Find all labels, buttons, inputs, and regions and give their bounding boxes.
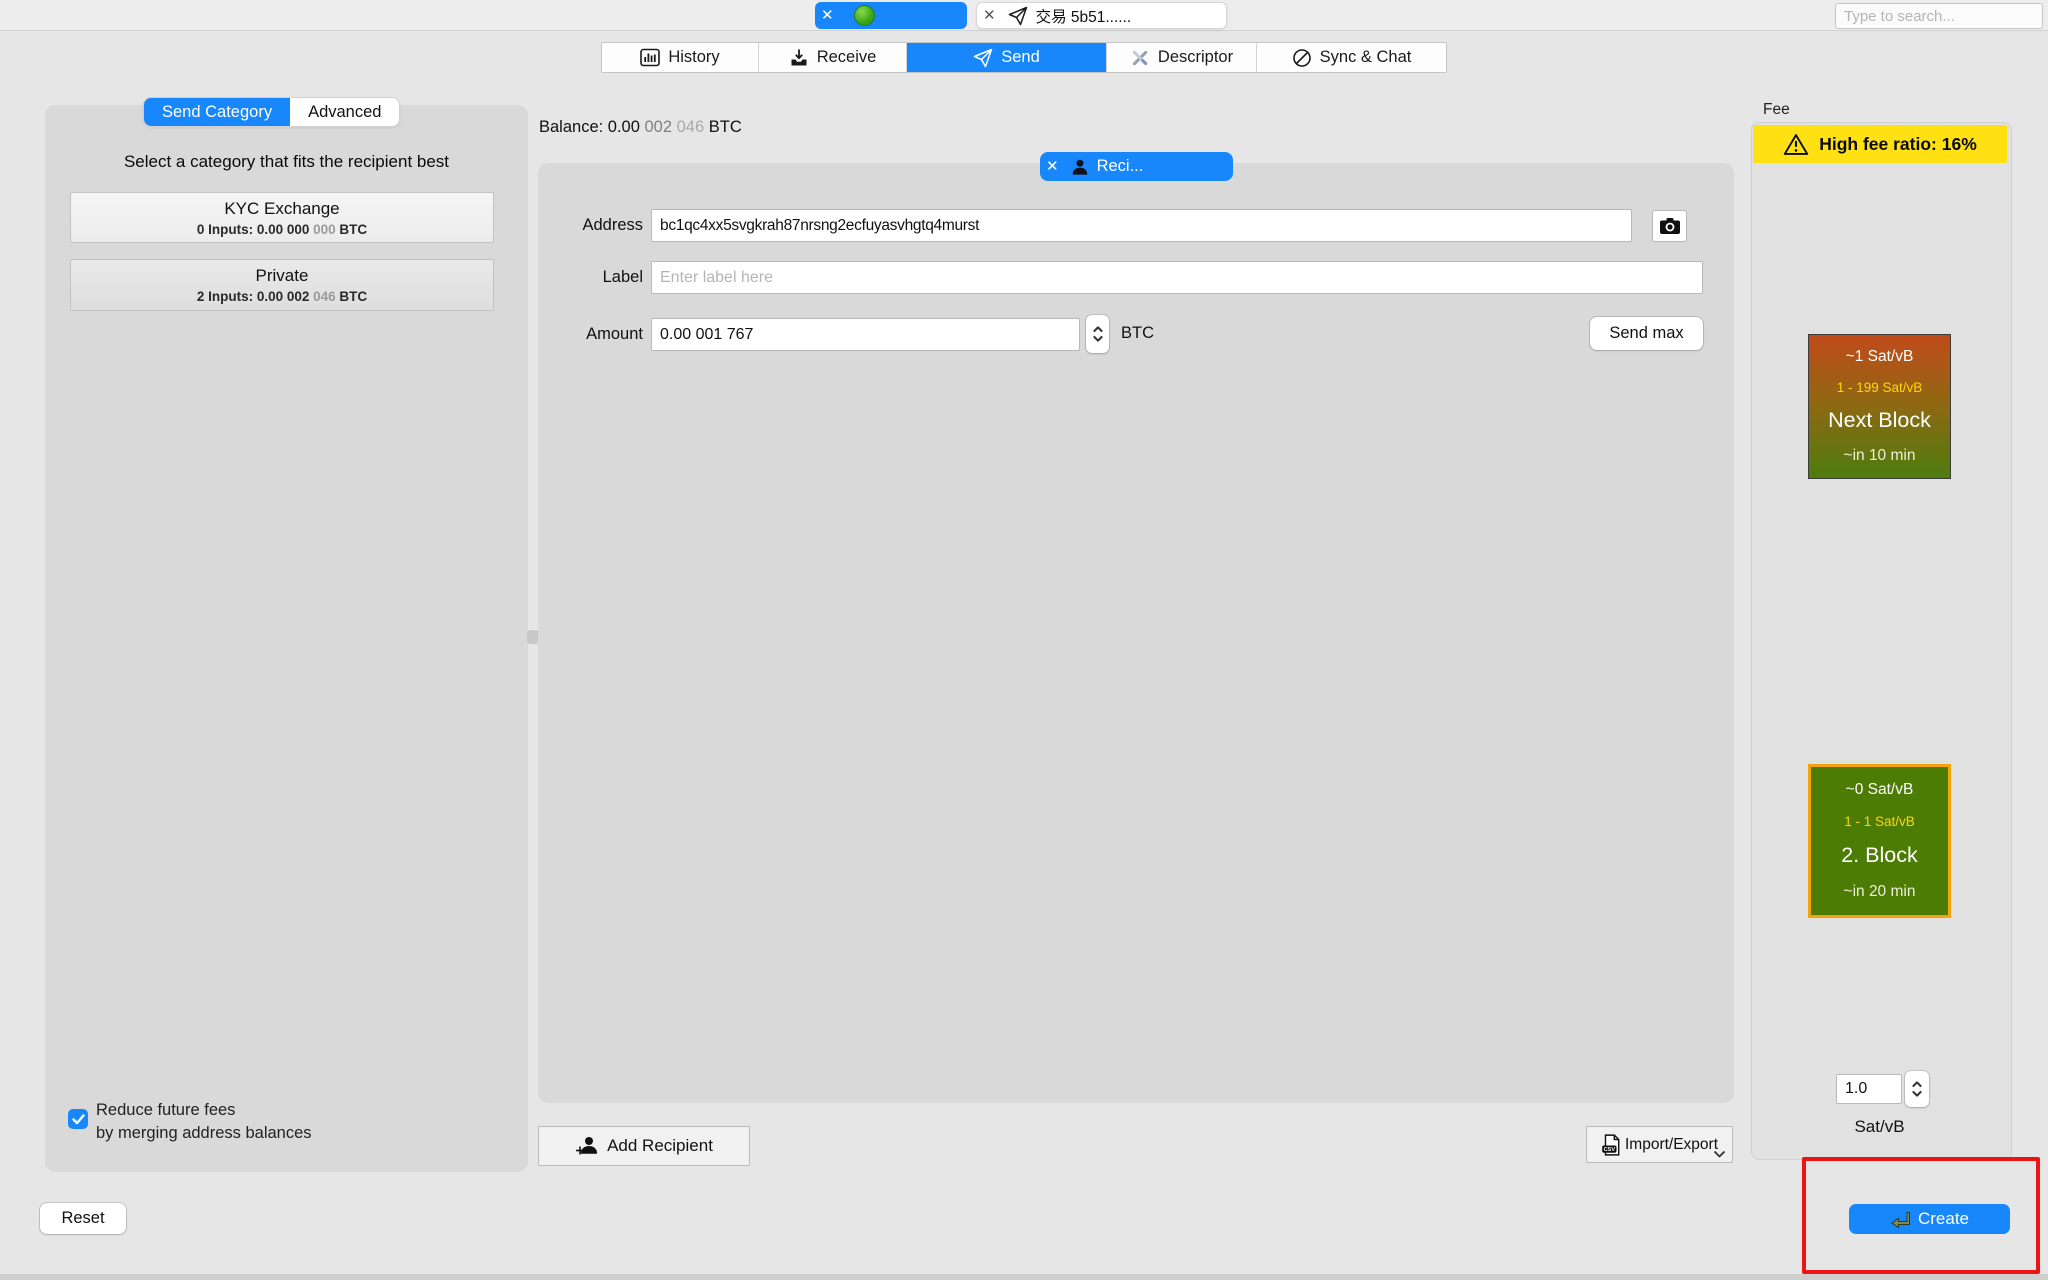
scan-qr-camera-button[interactable] — [1652, 210, 1687, 242]
import-export-label: Import/Export — [1625, 1136, 1718, 1154]
category-heading: Select a category that fits the recipien… — [45, 152, 528, 172]
label-input[interactable] — [651, 261, 1703, 294]
import-export-dropdown[interactable]: CSV Import/Export — [1586, 1126, 1733, 1163]
fee-rate-unit: Sat/vB — [1808, 1117, 1951, 1137]
tab-send-category[interactable]: Send Category — [144, 98, 290, 126]
fee-section-title: Fee — [1763, 101, 1790, 119]
amount-label: Amount — [490, 325, 643, 344]
tab-label: Receive — [817, 48, 877, 67]
tab-label: Advanced — [308, 103, 381, 122]
fee-warning-text: High fee ratio: 16% — [1819, 134, 1977, 155]
transaction-tab-label: 交易 5b51...... — [1036, 5, 1132, 27]
fee-rate: ~0 Sat/vB — [1846, 781, 1914, 799]
tab-label: Send Category — [162, 103, 272, 122]
add-person-icon — [575, 1135, 599, 1157]
wallet-tab[interactable]: ✕ — [815, 2, 967, 29]
recipient-form-panel — [538, 163, 1734, 1103]
fee-rate-input[interactable] — [1836, 1074, 1902, 1104]
tab-advanced[interactable]: Advanced — [290, 98, 399, 126]
tab-label: Descriptor — [1158, 48, 1233, 67]
search-input[interactable] — [1835, 3, 2043, 29]
amount-input[interactable] — [651, 318, 1080, 351]
camera-icon — [1659, 217, 1681, 235]
close-icon[interactable]: ✕ — [815, 8, 840, 23]
window-bottom-edge — [0, 1274, 2048, 1280]
fee-rate: ~1 Sat/vB — [1846, 348, 1914, 366]
tab-label: Sync & Chat — [1320, 48, 1412, 67]
tab-receive[interactable]: Receive — [758, 43, 906, 72]
category-title: KYC Exchange — [71, 199, 493, 219]
sidebar-tabs: Send Category Advanced — [143, 97, 400, 127]
recipient-tab[interactable]: ✕ Reci... — [1040, 152, 1233, 181]
transaction-tab[interactable]: ✕ 交易 5b51...... — [976, 2, 1227, 29]
close-icon[interactable]: ✕ — [1040, 159, 1065, 174]
close-icon[interactable]: ✕ — [977, 8, 1002, 23]
inbox-receive-icon — [789, 48, 809, 68]
wallet-status-icon — [854, 5, 875, 26]
return-arrow-icon — [1890, 1211, 1910, 1228]
label-label: Label — [490, 268, 643, 287]
category-balance: 2 Inputs: 0.00 002 046 BTC — [71, 289, 493, 304]
warning-triangle-icon — [1783, 133, 1809, 156]
address-input[interactable] — [651, 209, 1632, 242]
amount-stepper[interactable] — [1086, 315, 1109, 353]
history-chart-icon — [640, 48, 660, 68]
check-icon — [72, 1114, 85, 1125]
fee-option-2nd-block[interactable]: ~0 Sat/vB 1 - 1 Sat/vB 2. Block ~in 20 m… — [1808, 764, 1951, 918]
tab-sync-chat[interactable]: Sync & Chat — [1256, 43, 1446, 72]
tab-descriptor[interactable]: Descriptor — [1106, 43, 1256, 72]
person-icon — [1071, 158, 1089, 176]
fee-option-next-block[interactable]: ~1 Sat/vB 1 - 199 Sat/vB Next Block ~in … — [1808, 334, 1951, 479]
main-nav-tabs: History Receive Send Descriptor — [601, 42, 1447, 73]
chevron-down-icon — [1713, 1150, 1726, 1158]
amount-unit: BTC — [1121, 324, 1154, 343]
fee-eta: ~in 10 min — [1844, 447, 1916, 465]
paper-plane-icon — [1008, 6, 1028, 26]
wallet-window: ✕ ✕ 交易 5b51...... History — [0, 0, 2048, 1280]
tools-icon — [1130, 48, 1150, 68]
fee-eta: ~in 20 min — [1844, 883, 1916, 901]
fee-name: 2. Block — [1841, 843, 1917, 868]
fee-range: 1 - 199 Sat/vB — [1837, 380, 1923, 395]
fee-range: 1 - 1 Sat/vB — [1844, 814, 1915, 829]
send-max-button[interactable]: Send max — [1590, 317, 1703, 350]
category-private-button[interactable]: Private 2 Inputs: 0.00 002 046 BTC — [70, 259, 494, 311]
create-button-label: Create — [1918, 1209, 1969, 1229]
tab-label: Send — [1001, 48, 1040, 67]
tab-history[interactable]: History — [602, 43, 758, 72]
balance-text: Balance: 0.00 002 046 BTC — [539, 118, 742, 137]
fee-panel — [1751, 122, 2012, 1160]
category-title: Private — [71, 266, 493, 286]
category-kyc-exchange-button[interactable]: KYC Exchange 0 Inputs: 0.00 000 000 BTC — [70, 192, 494, 243]
paper-plane-icon — [973, 48, 993, 68]
reduce-fees-checkbox[interactable] — [68, 1109, 88, 1129]
recipient-tab-label: Reci... — [1097, 157, 1144, 176]
fee-warning-banner: High fee ratio: 16% — [1753, 125, 2007, 163]
reset-button[interactable]: Reset — [40, 1203, 126, 1234]
fee-rate-stepper[interactable] — [1905, 1071, 1929, 1107]
address-label: Address — [490, 216, 643, 235]
stepper-arrows-icon — [1911, 1077, 1923, 1101]
tab-label: History — [668, 48, 719, 67]
add-recipient-button[interactable]: Add Recipient — [538, 1126, 750, 1166]
compose-pen-icon — [1292, 48, 1312, 68]
category-balance: 0 Inputs: 0.00 000 000 BTC — [71, 222, 493, 237]
fee-name: Next Block — [1828, 408, 1931, 433]
svg-text:CSV: CSV — [1604, 1147, 1616, 1153]
stepper-arrows-icon — [1092, 322, 1104, 346]
reduce-fees-label: Reduce future fees by merging address ba… — [96, 1099, 312, 1145]
tab-send[interactable]: Send — [906, 43, 1106, 72]
add-recipient-label: Add Recipient — [607, 1136, 713, 1156]
create-button[interactable]: Create — [1849, 1204, 2010, 1234]
csv-file-icon: CSV — [1601, 1134, 1621, 1156]
